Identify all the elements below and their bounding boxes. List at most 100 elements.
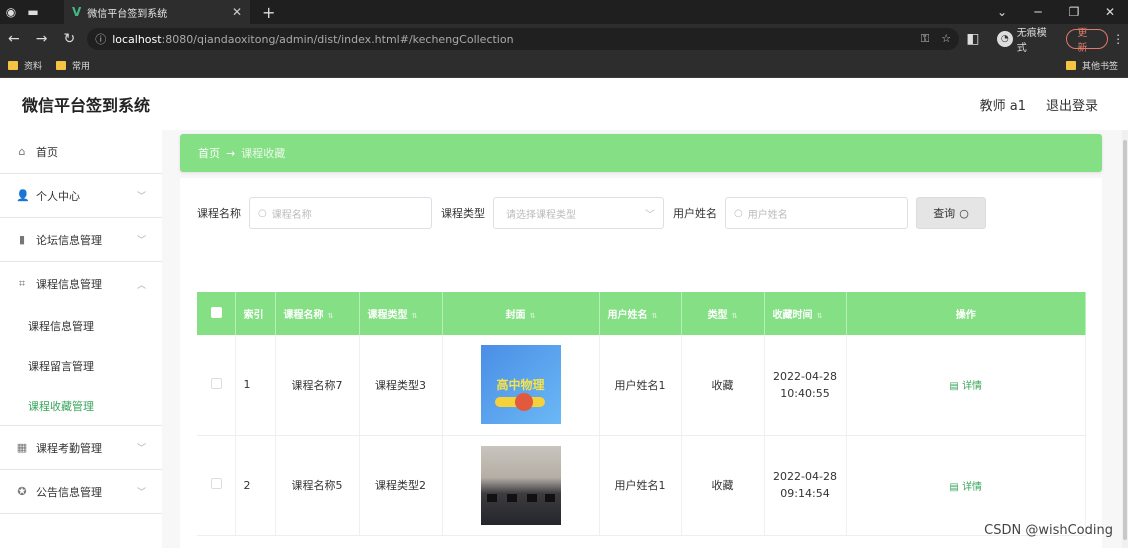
sidebar-item-label: 个人中心	[36, 189, 80, 203]
browser-tab-active[interactable]: V 微信平台签到系统 ✕	[64, 0, 250, 24]
vue-logo-icon: V	[72, 5, 82, 19]
sidebar-item-attendance[interactable]: ▦ 课程考勤管理 ﹀	[0, 426, 162, 470]
header-user-name[interactable]: 用户姓名 ⇅	[599, 292, 682, 335]
header-index[interactable]: 索引	[235, 292, 276, 335]
user-name-input[interactable]: ○ 用户姓名	[725, 197, 908, 229]
close-window-icon[interactable]: ✕	[1092, 5, 1128, 19]
cell-index: 1	[235, 335, 276, 436]
cell-index: 2	[235, 435, 276, 536]
sidepanel-icon[interactable]: ◧	[959, 31, 987, 47]
cell-actions: ▤ 详情	[846, 335, 1086, 436]
url-path: :8080/qiandaoxitong/admin/dist/index.htm…	[161, 32, 514, 46]
sidebar-item-label: 论坛信息管理	[36, 233, 102, 247]
new-tab-icon[interactable]: +	[262, 3, 275, 22]
bookmark-folder-1[interactable]: 常用	[56, 59, 90, 72]
minimize-icon[interactable]: ─	[1020, 5, 1056, 19]
bookmarks-bar: 资料 常用 其他书签	[0, 54, 1128, 78]
folder-icon	[56, 61, 67, 70]
monitor-decoration	[506, 493, 517, 502]
star-icon[interactable]: ☆	[941, 32, 951, 46]
sidebar-item-label: 课程信息管理	[36, 278, 102, 291]
cell-cover: 高中物理	[442, 335, 600, 436]
course-type-select[interactable]: 请选择课程类型 ﹀	[493, 197, 664, 229]
tab-search-icon[interactable]: ⌄	[984, 5, 1020, 19]
header-course-type[interactable]: 课程类型 ⇅	[359, 292, 443, 335]
row-checkbox[interactable]	[197, 335, 236, 436]
select-all-checkbox[interactable]	[197, 292, 236, 335]
sidebar-item-personal[interactable]: 👤 个人中心 ﹀	[0, 174, 162, 218]
update-button[interactable]: 更新	[1066, 28, 1109, 54]
detail-link[interactable]: ▤ 详情	[949, 482, 982, 493]
cover-text: 高中物理	[496, 378, 545, 393]
page-scrollbar[interactable]	[1122, 130, 1128, 548]
cell-collect-time: 2022-04-28 09:14:54	[764, 435, 847, 536]
address-bar-row: ← → ↻ ⓘ localhost :8080/qiandaoxitong/ad…	[0, 24, 1128, 54]
cell-user-name: 用户姓名1	[599, 335, 682, 436]
breadcrumb-current: 课程收藏	[241, 147, 286, 160]
header-cover[interactable]: 封面 ⇅	[442, 292, 600, 335]
search-icon: ○	[734, 207, 743, 219]
sidebar-item-home[interactable]: ⌂ 首页	[0, 130, 162, 174]
sidebar-item-course[interactable]: ⌗ 课程信息管理 ︿	[0, 262, 162, 306]
globe-icon[interactable]: ◉	[0, 0, 22, 24]
forward-icon[interactable]: →	[28, 31, 56, 47]
site-info-icon[interactable]: ⓘ	[95, 31, 106, 47]
chevron-down-icon: ﹀	[645, 209, 655, 221]
cover-image[interactable]: 高中物理	[480, 345, 561, 425]
course-name-label: 课程名称	[197, 207, 241, 220]
bookmark-folder-0[interactable]: 资料	[8, 59, 42, 72]
user-icon: 👤	[16, 189, 30, 202]
sidebar-subitem-course-message[interactable]: 课程留言管理	[0, 346, 162, 386]
row-checkbox[interactable]	[197, 435, 236, 536]
cell-course-type: 课程类型2	[359, 435, 443, 536]
detail-link[interactable]: ▤ 详情	[949, 381, 982, 392]
cell-type: 收藏	[681, 335, 765, 436]
app-header: 微信平台签到系统 教师 a1 退出登录	[0, 78, 1128, 130]
course-name-placeholder: 课程名称	[271, 209, 312, 221]
compass-icon: ✪	[17, 485, 27, 498]
sidebar-item-notice[interactable]: ✪ 公告信息管理 ﹀	[0, 470, 162, 514]
incognito-icon: ◔	[996, 31, 1013, 47]
bookmark-label: 常用	[72, 62, 91, 72]
breadcrumb: 首页 → 课程收藏	[180, 134, 1102, 172]
other-bookmarks[interactable]: 其他书签	[1065, 59, 1118, 72]
cell-course-type: 课程类型3	[359, 335, 443, 436]
course-type-placeholder: 请选择课程类型	[506, 209, 576, 221]
cell-actions: ▤ 详情	[846, 435, 1086, 536]
sidebar-subitem-course-info[interactable]: 课程信息管理	[0, 306, 162, 346]
header-course-name[interactable]: 课程名称 ⇅	[275, 292, 360, 335]
document-icon: ▤	[949, 381, 963, 393]
table-header-row: 索引 课程名称 ⇅ 课程类型 ⇅ 封面 ⇅ 用户姓名 ⇅ 类型 ⇅ 收藏时间 ⇅ 操作	[197, 292, 1086, 335]
close-tab-icon[interactable]: ✕	[232, 5, 242, 19]
key-icon[interactable]: ⚿	[921, 32, 929, 46]
bookmark-label: 资料	[24, 62, 43, 72]
cover-image[interactable]	[480, 445, 561, 525]
window-icon[interactable]: ▬	[22, 0, 44, 24]
incognito-label: 无痕模式	[1016, 28, 1047, 54]
tab-title: 微信平台签到系统	[87, 8, 168, 20]
crop-icon: ⌗	[18, 277, 26, 290]
sidebar-subitem-course-collection[interactable]: 课程收藏管理	[0, 386, 162, 426]
logout-link[interactable]: 退出登录	[1046, 95, 1098, 114]
collect-clock: 09:14:54	[780, 487, 830, 500]
reload-icon[interactable]: ↻	[55, 31, 83, 47]
incognito-indicator[interactable]: ◔ 无痕模式	[996, 24, 1056, 54]
restore-icon[interactable]: ❐	[1056, 5, 1092, 19]
header-type[interactable]: 类型 ⇅	[681, 292, 765, 335]
cell-user-name: 用户姓名1	[599, 435, 682, 536]
monitor-decoration	[526, 493, 537, 502]
menu-icon[interactable]: ⋮	[1108, 32, 1128, 46]
header-actions: 操作	[846, 292, 1086, 335]
table-row: 1 课程名称7 课程类型3 高中物理 用户姓名1 收藏 2022-04-28 1…	[197, 335, 1086, 436]
sidebar-item-forum[interactable]: ▮ 论坛信息管理 ﹀	[0, 218, 162, 262]
chevron-down-icon: ﹀	[136, 444, 146, 454]
breadcrumb-home[interactable]: 首页	[198, 145, 220, 161]
chevron-up-icon: ︿	[136, 280, 146, 291]
breadcrumb-arrow: →	[226, 146, 236, 160]
watermark: CSDN @wishCoding	[984, 523, 1113, 538]
back-icon[interactable]: ←	[0, 31, 28, 47]
header-collect-time[interactable]: 收藏时间 ⇅	[764, 292, 847, 335]
course-name-input[interactable]: ○ 课程名称	[249, 197, 432, 229]
query-button[interactable]: 查询 ○	[916, 197, 986, 229]
url-input[interactable]: ⓘ localhost :8080/qiandaoxitong/admin/di…	[87, 28, 960, 50]
